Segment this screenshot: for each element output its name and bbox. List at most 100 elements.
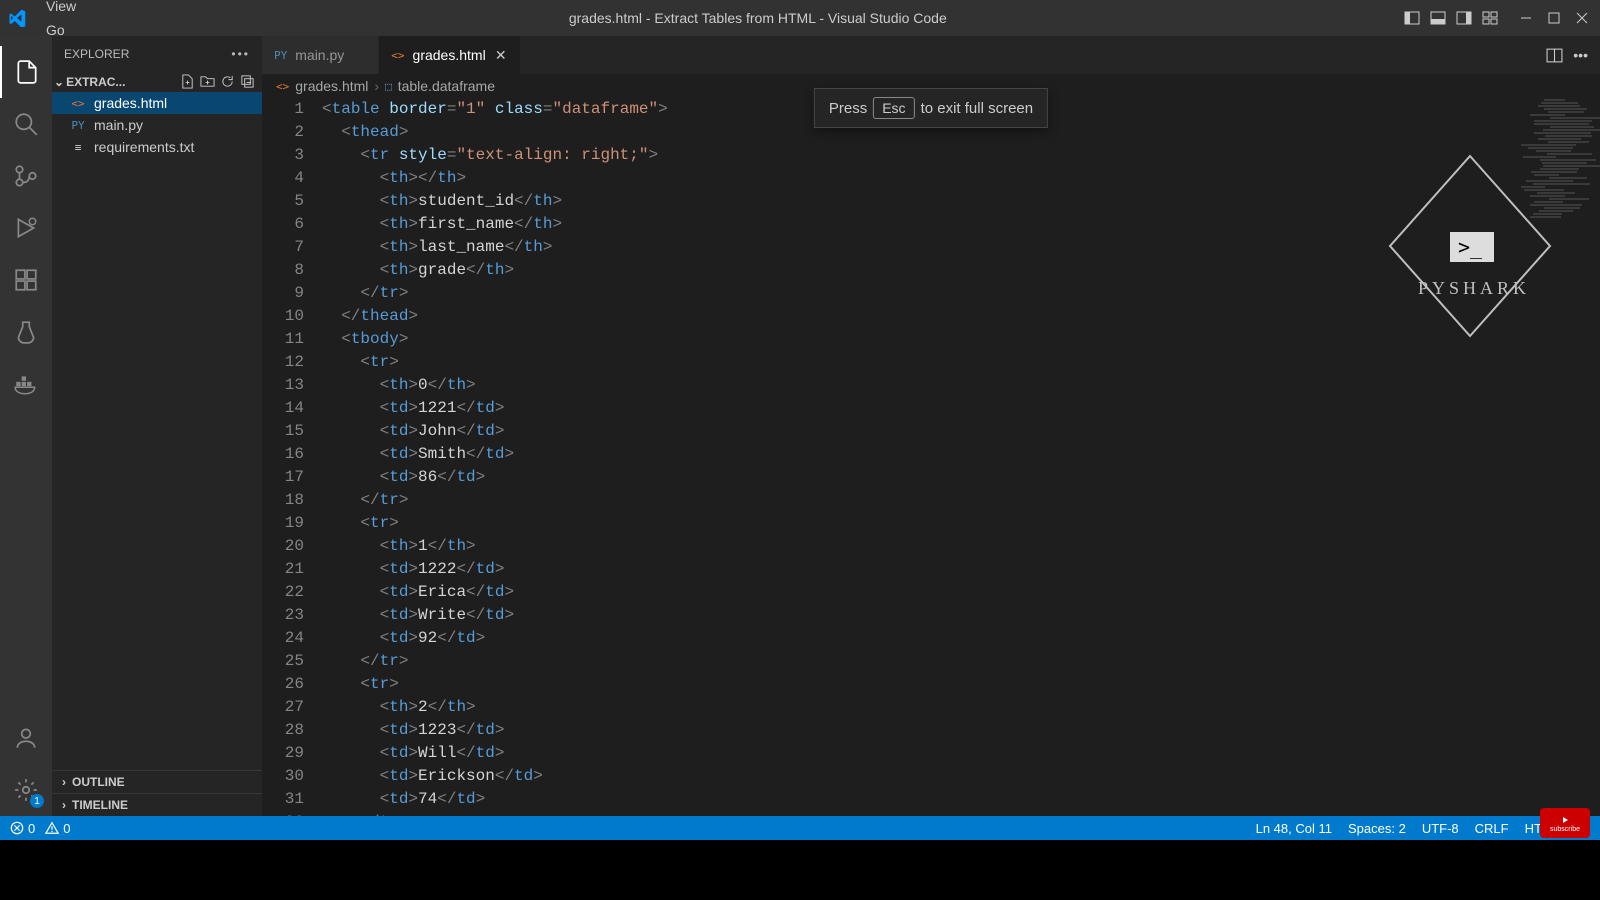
chevron-down-icon: ⌄ <box>54 75 64 89</box>
tab-main-py[interactable]: PY main.py <box>262 36 379 74</box>
toggle-primary-sidebar-icon[interactable] <box>1402 8 1422 28</box>
file-item-main-py[interactable]: PYmain.py <box>52 114 262 136</box>
layout-controls <box>1402 8 1500 28</box>
toggle-secondary-sidebar-icon[interactable] <box>1454 8 1474 28</box>
sidebar-more-icon[interactable]: ••• <box>231 47 250 61</box>
docker-activity-icon[interactable] <box>0 358 52 410</box>
line-number: 17 <box>262 466 304 489</box>
line-number: 11 <box>262 328 304 351</box>
line-number: 21 <box>262 558 304 581</box>
line-number: 1 <box>262 98 304 121</box>
accounts-activity-icon[interactable] <box>0 712 52 764</box>
new-folder-icon[interactable] <box>200 74 216 90</box>
line-number: 30 <box>262 765 304 788</box>
status-eol[interactable]: CRLF <box>1475 821 1509 836</box>
file-name: requirements.txt <box>94 139 194 155</box>
subscribe-label: subscribe <box>1550 826 1580 833</box>
testing-activity-icon[interactable] <box>0 306 52 358</box>
code-line-22: <td>Erica</td> <box>322 581 1600 604</box>
file-name: grades.html <box>94 95 167 111</box>
explorer-activity-icon[interactable] <box>0 46 52 98</box>
tab-file-icon: PY <box>274 49 287 62</box>
tab-more-icon[interactable]: ••• <box>1573 47 1588 63</box>
status-cursor[interactable]: Ln 48, Col 11 <box>1256 821 1332 836</box>
code-line-16: <td>Smith</td> <box>322 443 1600 466</box>
workspace-folder-name: EXTRAC... <box>66 75 125 89</box>
line-number: 31 <box>262 788 304 811</box>
line-number: 23 <box>262 604 304 627</box>
refresh-icon[interactable] <box>220 74 236 90</box>
toggle-panel-icon[interactable] <box>1428 8 1448 28</box>
status-warnings[interactable]: 0 <box>45 821 70 836</box>
editor-area[interactable]: 1234567891011121314151617181920212223242… <box>262 98 1600 816</box>
line-number: 14 <box>262 397 304 420</box>
customize-layout-icon[interactable] <box>1480 8 1500 28</box>
breadcrumb-icon: <> <box>276 80 289 93</box>
line-number: 26 <box>262 673 304 696</box>
code-line-25: </tr> <box>322 650 1600 673</box>
code-line-15: <td>John</td> <box>322 420 1600 443</box>
source-control-activity-icon[interactable] <box>0 150 52 202</box>
timeline-section[interactable]: › TIMELINE <box>52 793 262 816</box>
search-activity-icon[interactable] <box>0 98 52 150</box>
sidebar-title: EXPLORER <box>64 47 129 61</box>
status-indent[interactable]: Spaces: 2 <box>1348 821 1406 836</box>
file-icon: PY <box>70 119 86 132</box>
code-line-21: <td>1222</td> <box>322 558 1600 581</box>
code-line-7: <th>last_name</th> <box>322 236 1600 259</box>
code-line-6: <th>first_name</th> <box>322 213 1600 236</box>
close-button[interactable] <box>1572 8 1592 28</box>
minimap[interactable] <box>1480 98 1600 816</box>
subscribe-badge[interactable]: subscribe <box>1540 808 1590 838</box>
code-line-24: <td>92</td> <box>322 627 1600 650</box>
line-number: 13 <box>262 374 304 397</box>
line-number: 5 <box>262 190 304 213</box>
minimize-button[interactable] <box>1516 8 1536 28</box>
code-line-26: <tr> <box>322 673 1600 696</box>
file-icon: ≡ <box>70 141 86 154</box>
breadcrumb-icon: ⬚ <box>385 80 392 93</box>
line-number: 16 <box>262 443 304 466</box>
file-icon: <> <box>70 97 86 110</box>
menu-view[interactable]: View <box>36 0 114 18</box>
maximize-button[interactable] <box>1544 8 1564 28</box>
warnings-count: 0 <box>63 821 70 836</box>
file-item-grades-html[interactable]: <> grades.html <box>52 92 262 114</box>
status-errors[interactable]: 0 <box>10 821 35 836</box>
explorer-sidebar: EXPLORER ••• ⌄ EXTRAC... <> grades.html PY… <box>52 36 262 816</box>
file-tree: <> grades.html PYmain.py ≡ requirements.txt <box>52 92 262 770</box>
line-number: 8 <box>262 259 304 282</box>
tab-label: main.py <box>295 47 344 63</box>
line-number: 7 <box>262 236 304 259</box>
workspace-folder-row[interactable]: ⌄ EXTRAC... <box>52 72 262 92</box>
file-item-requirements-txt[interactable]: ≡ requirements.txt <box>52 136 262 158</box>
new-file-icon[interactable] <box>180 74 196 90</box>
extensions-activity-icon[interactable] <box>0 254 52 306</box>
hint-key: Esc <box>873 97 914 119</box>
hint-pre: Press <box>829 100 867 117</box>
breadcrumb-item-1[interactable]: table.dataframe <box>398 78 495 94</box>
code-line-8: <th>grade</th> <box>322 259 1600 282</box>
fullscreen-hint: Press Esc to exit full screen <box>814 88 1048 128</box>
status-encoding[interactable]: UTF-8 <box>1422 821 1459 836</box>
outline-section[interactable]: › OUTLINE <box>52 770 262 793</box>
line-number: 6 <box>262 213 304 236</box>
tab-grades-html[interactable]: <>grades.html✕ <box>379 36 520 74</box>
settings-activity-icon[interactable]: 1 <box>0 764 52 816</box>
code-line-12: <tr> <box>322 351 1600 374</box>
errors-count: 0 <box>28 821 35 836</box>
breadcrumb-item-0[interactable]: grades.html <box>295 78 368 94</box>
breadcrumb-separator: › <box>374 78 379 94</box>
split-editor-icon[interactable] <box>1546 47 1563 64</box>
code-line-28: <td>1223</td> <box>322 719 1600 742</box>
code-line-30: <td>Erickson</td> <box>322 765 1600 788</box>
code-line-9: </tr> <box>322 282 1600 305</box>
line-number: 29 <box>262 742 304 765</box>
line-number: 9 <box>262 282 304 305</box>
code-content[interactable]: <table border="1" class="dataframe"> <th… <box>322 98 1600 816</box>
close-tab-icon[interactable]: ✕ <box>494 47 508 64</box>
line-number: 15 <box>262 420 304 443</box>
code-line-11: <tbody> <box>322 328 1600 351</box>
run-debug-activity-icon[interactable] <box>0 202 52 254</box>
collapse-all-icon[interactable] <box>240 74 256 90</box>
